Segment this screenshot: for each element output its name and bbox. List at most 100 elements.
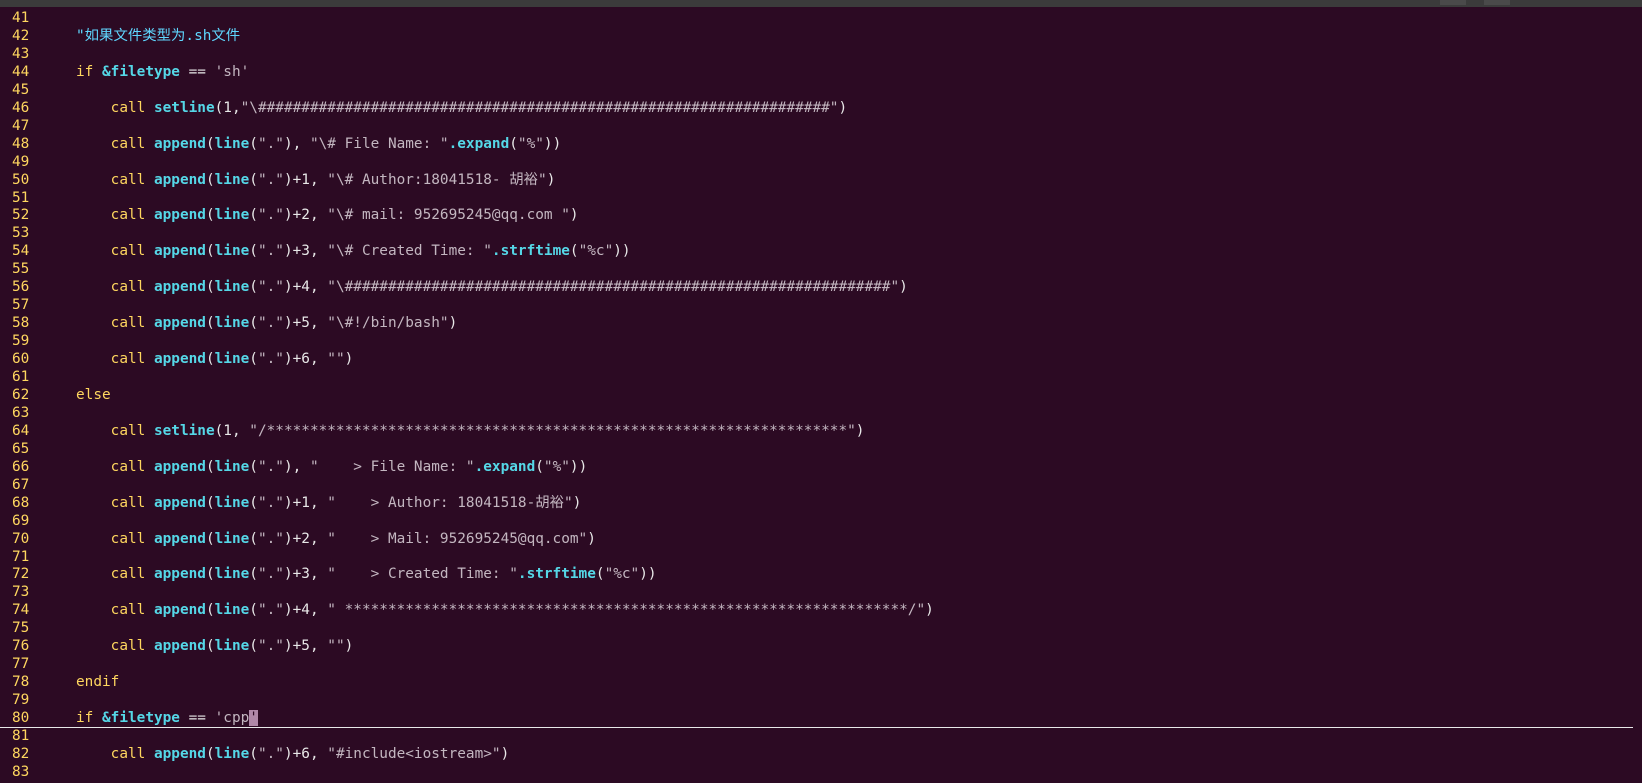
code-line[interactable]: 63 [0, 404, 1642, 422]
code-line[interactable]: 56 call append(line(".")+4, "\##########… [0, 278, 1642, 296]
code-token: " > File Name: " [309, 458, 475, 475]
code-token: append [153, 315, 206, 332]
code-token: )+2, [283, 207, 328, 224]
code-text: call append(line(".")+5, "") [76, 637, 354, 655]
code-token: "%" [517, 135, 544, 152]
code-line[interactable]: 57 [0, 296, 1642, 314]
code-line[interactable]: 75 [0, 619, 1642, 637]
code-line[interactable]: 71 [0, 548, 1642, 566]
line-number: 43 [0, 45, 40, 63]
code-line[interactable]: 67 [0, 476, 1642, 494]
code-token: " > Author: 18041518-胡裕" [327, 494, 573, 511]
code-line[interactable]: 81 [0, 727, 1642, 745]
code-token: ), [283, 135, 310, 152]
line-number-text: 45 [12, 81, 30, 98]
code-line[interactable]: 73 [0, 583, 1642, 601]
code-token: call [110, 207, 154, 224]
code-line[interactable]: 76 call append(line(".")+5, "") [0, 637, 1642, 655]
code-token: ( [205, 745, 215, 762]
code-token: ( [249, 315, 258, 332]
code-token: ( [205, 638, 215, 655]
code-line[interactable]: 65 [0, 440, 1642, 458]
code-line[interactable]: 61 [0, 368, 1642, 386]
code-token: line [214, 602, 250, 619]
code-line[interactable]: 83 [0, 763, 1642, 781]
code-line[interactable]: 47 [0, 117, 1642, 135]
code-token: " > Mail: 952695245@qq.com" [327, 530, 588, 547]
code-token: ( [249, 530, 258, 547]
code-token: )+5, [283, 638, 328, 655]
code-token: ( [205, 530, 215, 547]
code-token: )+2, [283, 530, 328, 547]
code-line[interactable]: 54 call append(line(".")+3, "\# Created … [0, 242, 1642, 260]
code-line[interactable]: 60 call append(line(".")+6, "") [0, 350, 1642, 368]
line-number-text: 59 [12, 333, 30, 350]
code-token: .expand [474, 458, 536, 475]
code-token: line [214, 351, 250, 368]
code-token: ) [838, 99, 848, 116]
code-line[interactable]: 77 [0, 655, 1642, 673]
window-control-icon[interactable] [1484, 0, 1510, 5]
code-line[interactable]: 82 call append(line(".")+6, "#include<io… [0, 745, 1642, 763]
code-line[interactable]: 43 [0, 45, 1642, 63]
code-line[interactable]: 70 call append(line(".")+2, " > Mail: 95… [0, 530, 1642, 548]
line-number-text: 67 [12, 476, 30, 493]
code-line[interactable]: 49 [0, 153, 1642, 171]
code-line[interactable]: 45 [0, 81, 1642, 99]
code-line[interactable]: 44 if &filetype == 'sh' [0, 63, 1642, 81]
code-token: append [153, 566, 206, 583]
code-line[interactable]: 48 call append(line("."), "\# File Name:… [0, 135, 1642, 153]
code-token: .strftime [517, 566, 596, 583]
code-line[interactable]: 62 else [0, 386, 1642, 404]
code-line[interactable]: 53 [0, 224, 1642, 242]
line-number: 69 [0, 512, 40, 530]
line-number: 46 [0, 99, 40, 117]
line-number: 41 [0, 9, 40, 27]
code-line[interactable]: 78 endif [0, 673, 1642, 691]
code-line[interactable]: 59 [0, 332, 1642, 350]
line-number-text: 58 [12, 315, 30, 332]
code-line[interactable]: 51 [0, 189, 1642, 207]
code-token: if [76, 710, 102, 727]
line-number: 74 [0, 601, 40, 619]
code-text: call append(line(".")+2, "\# mail: 95269… [76, 206, 579, 224]
code-token: ( [205, 315, 215, 332]
line-number: 54 [0, 242, 40, 260]
line-number: 66 [0, 458, 40, 476]
code-token: ( [249, 602, 258, 619]
line-number-text: 57 [12, 297, 30, 314]
code-text: call append(line(".")+5, "\#!/bin/bash") [76, 314, 458, 332]
code-line[interactable]: 74 call append(line(".")+4, " **********… [0, 601, 1642, 619]
code-line[interactable]: 68 call append(line(".")+1, " > Author: … [0, 494, 1642, 512]
code-line[interactable]: 46 call setline(1,"\####################… [0, 99, 1642, 117]
code-token: call [110, 171, 154, 188]
code-token: )) [613, 243, 631, 260]
code-line[interactable]: 52 call append(line(".")+2, "\# mail: 95… [0, 206, 1642, 224]
code-line[interactable]: 80 if &filetype == 'cpp' [0, 709, 1642, 727]
code-line[interactable]: 66 call append(line("."), " > File Name:… [0, 458, 1642, 476]
code-line[interactable]: 58 call append(line(".")+5, "\#!/bin/bas… [0, 314, 1642, 332]
code-editor[interactable]: 41 42 "如果文件类型为.sh文件 43 44 if &filetype == 'sh… [0, 9, 1642, 783]
code-token: append [153, 135, 206, 152]
code-token: == [179, 710, 215, 727]
line-number: 58 [0, 314, 40, 332]
code-line[interactable]: 41 [0, 9, 1642, 27]
code-line[interactable]: 64 call setline(1, "/*******************… [0, 422, 1642, 440]
code-token: call [110, 135, 154, 152]
code-token: "." [257, 638, 284, 655]
code-line[interactable]: 50 call append(line(".")+1, "\# Author:1… [0, 171, 1642, 189]
code-line[interactable]: 72 call append(line(".")+3, " > Created … [0, 565, 1642, 583]
line-number-text: 79 [12, 692, 30, 709]
code-token: append [153, 351, 206, 368]
code-line[interactable]: 55 [0, 260, 1642, 278]
window-control-icon[interactable] [1440, 0, 1466, 5]
code-line[interactable]: 69 [0, 512, 1642, 530]
code-line[interactable]: 42 "如果文件类型为.sh文件 [0, 27, 1642, 45]
code-line[interactable]: 79 [0, 691, 1642, 709]
line-number: 59 [0, 332, 40, 350]
code-token: ( [249, 279, 258, 296]
